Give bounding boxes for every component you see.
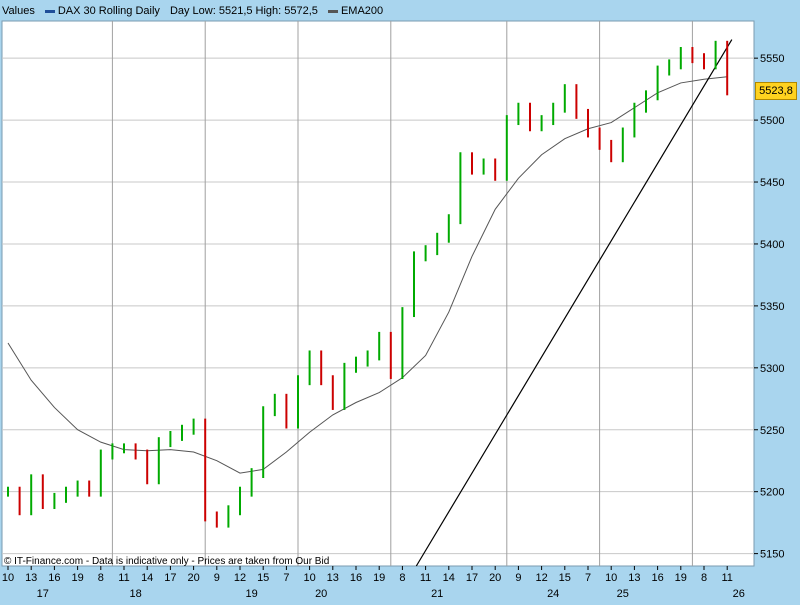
x-hour-label: 20 — [187, 572, 199, 584]
x-day-label: 19 — [245, 588, 257, 600]
legend-values-label: Values — [2, 5, 35, 17]
x-day-label: 20 — [315, 588, 327, 600]
x-hour-label: 20 — [489, 572, 501, 584]
x-hour-label: 8 — [701, 572, 707, 584]
x-axis: 10 13 16 19 8 11 14 17 20 9 12 15 7 10 13 16 19 8 11 14 17 20… — [2, 566, 745, 600]
x-hour-label: 10 — [303, 572, 315, 584]
legend-instrument: DAX 30 Rolling Daily — [44, 5, 160, 17]
x-hour-label: 13 — [25, 572, 37, 584]
y-tick-label: 5550 — [760, 53, 784, 65]
x-hour-label: 14 — [141, 572, 153, 584]
x-hour-label: 16 — [651, 572, 663, 584]
x-hour-label: 7 — [283, 572, 289, 584]
x-hour-label: 13 — [327, 572, 339, 584]
x-hour-label: 10 — [2, 572, 14, 584]
y-tick-label: 5500 — [760, 115, 784, 127]
legend-bar: Values DAX 30 Rolling Daily Day Low: 552… — [2, 3, 754, 19]
x-hour-label: 8 — [399, 572, 405, 584]
legend-indicator: EMA200 — [327, 5, 384, 17]
x-day-label: 17 — [37, 588, 49, 600]
x-hour-label: 19 — [675, 572, 687, 584]
y-tick-label: 5200 — [760, 487, 784, 499]
x-hour-label: 11 — [118, 572, 129, 584]
x-hour-label: 10 — [605, 572, 617, 584]
x-day-label: 25 — [617, 588, 629, 600]
footer-copyright: © IT-Finance.com - Data is indicative on… — [4, 556, 330, 567]
x-hour-label: 17 — [466, 572, 478, 584]
plot-area — [1, 20, 755, 567]
indicator-swatch-icon — [327, 9, 338, 13]
dax-chart: 515052005250530053505400545055005550 10 1… — [1, 20, 784, 600]
x-hour-label: 16 — [48, 572, 60, 584]
y-tick-label: 5250 — [760, 425, 784, 437]
x-hour-label: 17 — [164, 572, 176, 584]
chart-frame: 5150 5200 5250 5300 5350 5400 5450 5500 5550 10 1… — [0, 0, 800, 600]
x-hour-label: 15 — [257, 572, 269, 584]
legend-indicator-label: EMA200 — [340, 5, 384, 17]
x-hour-label: 19 — [71, 572, 83, 584]
x-hour-label: 9 — [214, 572, 220, 584]
y-tick-label: 5450 — [760, 177, 784, 189]
x-hour-label: 15 — [559, 572, 571, 584]
x-hour-label: 19 — [373, 572, 385, 584]
legend-day-range: Day Low: 5521,5 High: 5572,5 — [169, 5, 318, 17]
x-hour-label: 14 — [443, 572, 455, 584]
x-day-label: 24 — [547, 588, 559, 600]
y-tick-label: 5400 — [760, 239, 784, 251]
legend-instrument-label: DAX 30 Rolling Daily — [57, 5, 160, 17]
x-hour-label: 16 — [350, 572, 362, 584]
x-hour-label: 9 — [515, 572, 521, 584]
x-hour-label: 12 — [234, 572, 246, 584]
y-tick-label: 5350 — [760, 301, 784, 313]
x-day-label: 26 — [733, 588, 745, 600]
x-hour-label: 11 — [420, 572, 431, 584]
x-day-label: 21 — [431, 588, 443, 600]
y-tick-label: 5300 — [760, 363, 784, 375]
x-hour-label: 12 — [535, 572, 547, 584]
instrument-swatch-icon — [44, 9, 55, 13]
x-day-label: 18 — [129, 588, 141, 600]
x-hour-label: 11 — [721, 572, 732, 584]
y-axis: 5150 5200 5250 5300 5350 5400 5450 5500 5550 — [754, 53, 784, 561]
x-hour-label: 7 — [585, 572, 591, 584]
x-hour-label: 13 — [628, 572, 640, 584]
last-price-badge: 5523,8 — [755, 81, 797, 100]
y-tick-label: 5150 — [760, 549, 784, 561]
x-hour-label: 8 — [98, 572, 104, 584]
